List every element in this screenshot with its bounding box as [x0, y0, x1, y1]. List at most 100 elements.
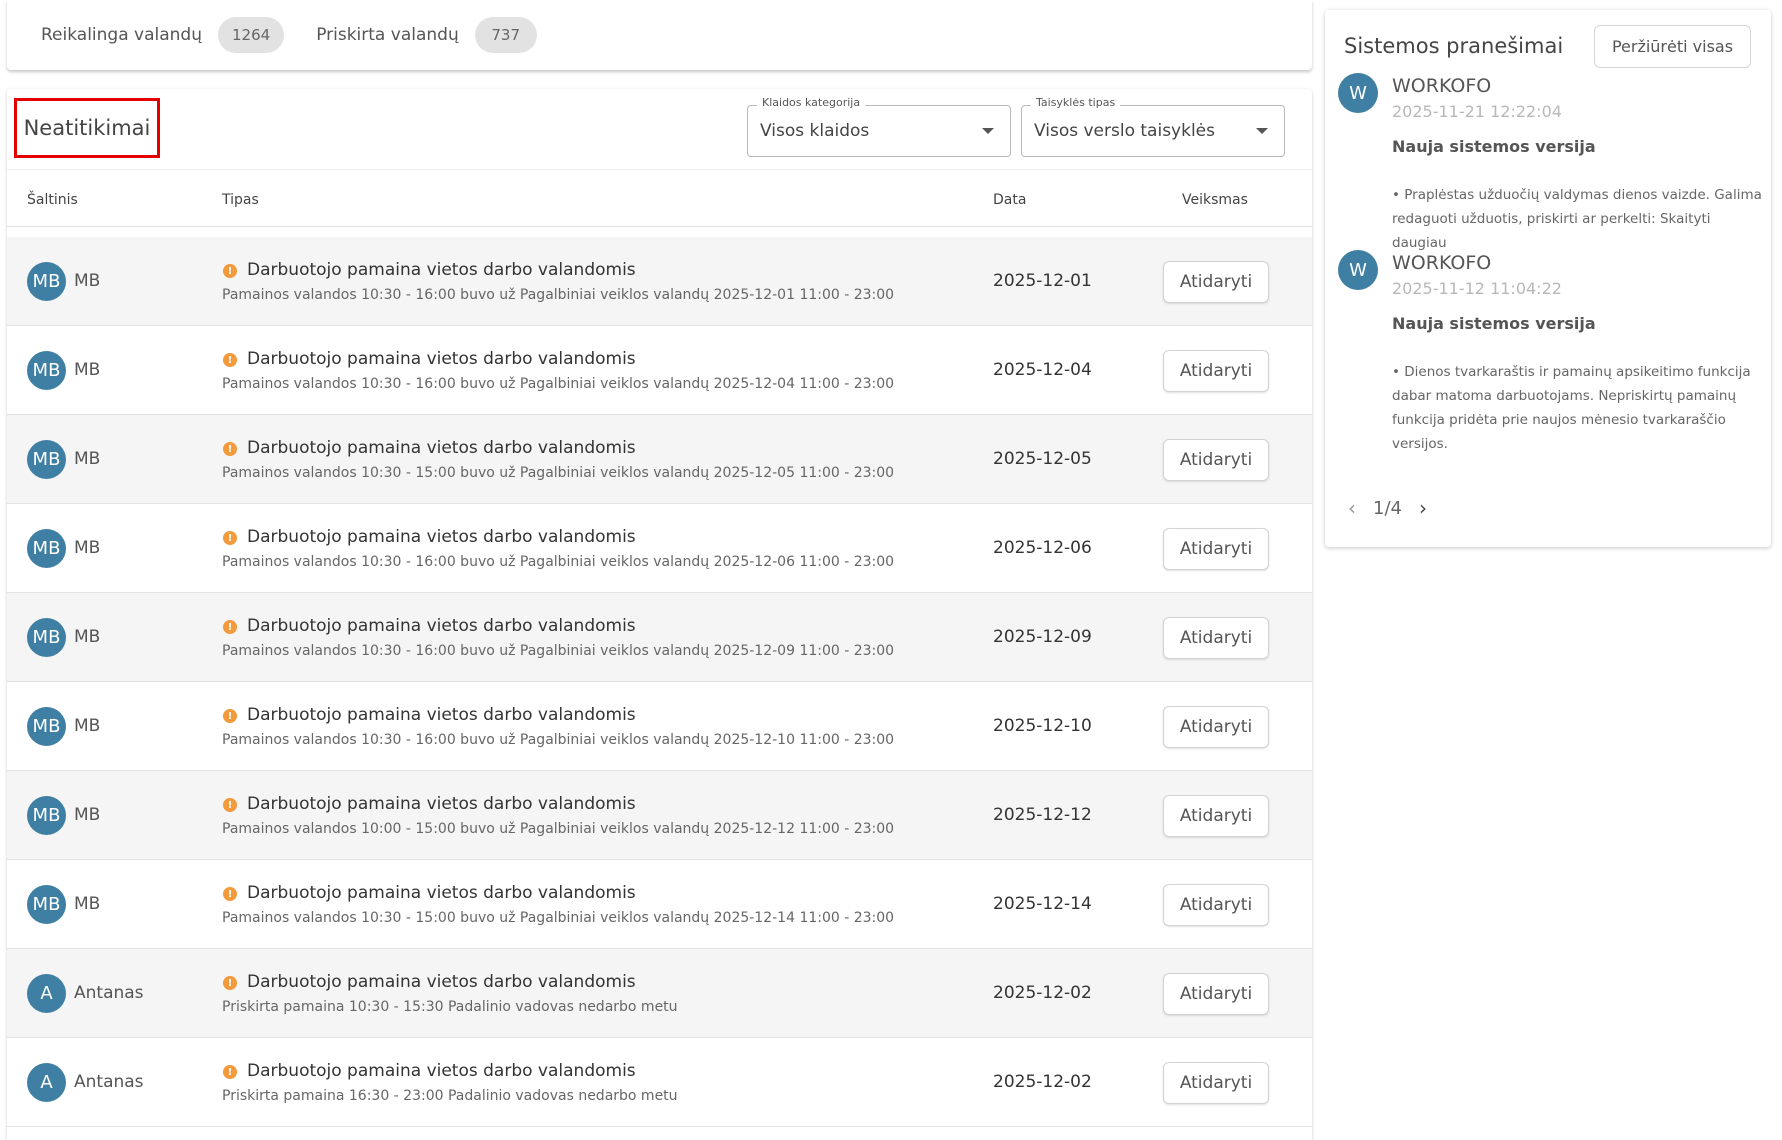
warning-icon: !	[223, 442, 237, 456]
open-button[interactable]: Atidaryti	[1163, 439, 1269, 481]
discrepancy-description: Priskirta pamaina 16:30 - 23:00 Padalini…	[222, 1088, 678, 1104]
avatar: MB	[27, 529, 66, 568]
source-name: MB	[74, 716, 101, 736]
table-row: MB MB ! Darbuotojo pamaina vietos darbo …	[7, 860, 1312, 949]
warning-icon: !	[223, 531, 237, 545]
table-row: A Antanas ! Darbuotojo pamaina vietos da…	[7, 949, 1312, 1038]
column-type: Tipas	[222, 192, 259, 208]
source-name: MB	[74, 627, 101, 647]
notifications-title: Sistemos pranešimai	[1344, 34, 1564, 58]
chevron-left-icon[interactable]: ‹	[1341, 496, 1363, 520]
rule-type-label: Taisyklės tipas	[1031, 96, 1121, 109]
avatar: A	[27, 974, 66, 1013]
section-title-highlight: Neatitikimai	[14, 98, 160, 158]
open-button[interactable]: Atidaryti	[1163, 706, 1269, 748]
discrepancy-description: Pamainos valandos 10:30 - 16:00 buvo už …	[222, 643, 895, 659]
table-row: MB MB ! Darbuotojo pamaina vietos darbo …	[7, 771, 1312, 860]
discrepancy-title: Darbuotojo pamaina vietos darbo valandom…	[247, 616, 636, 636]
table-row: MB MB ! Darbuotojo pamaina vietos darbo …	[7, 593, 1312, 682]
source-name: MB	[74, 538, 101, 558]
source-name: MB	[74, 894, 101, 914]
discrepancy-title: Darbuotojo pamaina vietos darbo valandom…	[247, 260, 636, 280]
system-notifications-panel: Sistemos pranešimai Peržiūrėti visas W W…	[1325, 10, 1771, 547]
notification-body: • Praplėstas užduočių valdymas dienos va…	[1392, 187, 1762, 251]
discrepancy-description: Pamainos valandos 10:30 - 15:00 buvo už …	[222, 910, 895, 926]
discrepancy-title: Darbuotojo pamaina vietos darbo valandom…	[247, 349, 636, 369]
warning-icon: !	[223, 798, 237, 812]
avatar: MB	[27, 885, 66, 924]
caret-down-icon	[982, 128, 994, 134]
notification-body: • Dienos tvarkaraštis ir pamainų apsikei…	[1392, 364, 1751, 452]
warning-icon: !	[223, 976, 237, 990]
table-row: MB MB ! Darbuotojo pamaina vietos darbo …	[7, 682, 1312, 771]
error-category-label: Klaidos kategorija	[757, 96, 866, 109]
table-row: MB MB ! Darbuotojo pamaina vietos darbo …	[7, 504, 1312, 593]
assigned-hours-label: Priskirta valandų	[316, 25, 459, 45]
discrepancy-date: 2025-12-04	[993, 360, 1092, 380]
caret-down-icon	[1256, 128, 1268, 134]
warning-icon: !	[223, 887, 237, 901]
open-button[interactable]: Atidaryti	[1163, 350, 1269, 392]
discrepancy-description: Pamainos valandos 10:30 - 16:00 buvo už …	[222, 376, 895, 392]
discrepancy-description: Pamainos valandos 10:30 - 16:00 buvo už …	[222, 732, 895, 748]
discrepancy-title: Darbuotojo pamaina vietos darbo valandom…	[247, 438, 636, 458]
notification-subject: Nauja sistemos versija	[1392, 137, 1596, 156]
rule-type-filter[interactable]: Taisyklės tipas Visos verslo taisyklės	[1021, 96, 1285, 157]
discrepancy-title: Darbuotojo pamaina vietos darbo valandom…	[247, 1061, 636, 1081]
rule-type-select[interactable]: Visos verslo taisyklės	[1021, 105, 1285, 157]
error-category-select[interactable]: Visos klaidos	[747, 105, 1011, 157]
discrepancy-date: 2025-12-05	[993, 449, 1092, 469]
discrepancy-date: 2025-12-14	[993, 894, 1092, 914]
source-name: MB	[74, 449, 101, 469]
discrepancy-description: Pamainos valandos 10:30 - 16:00 buvo už …	[222, 287, 895, 303]
source-name: MB	[74, 271, 101, 291]
open-button[interactable]: Atidaryti	[1163, 795, 1269, 837]
notification-time: 2025-11-12 11:04:22	[1392, 279, 1562, 298]
discrepancy-date: 2025-12-02	[993, 983, 1092, 1003]
source-name: MB	[74, 360, 101, 380]
table-row: MB MB ! Darbuotojo pamaina vietos darbo …	[7, 326, 1312, 415]
avatar: MB	[27, 440, 66, 479]
hours-summary-card: Reikalinga valandų 1264 Priskirta valand…	[7, 0, 1312, 70]
discrepancy-title: Darbuotojo pamaina vietos darbo valandom…	[247, 883, 636, 903]
open-button[interactable]: Atidaryti	[1163, 528, 1269, 570]
discrepancy-title: Darbuotojo pamaina vietos darbo valandom…	[247, 705, 636, 725]
chevron-right-icon[interactable]: ›	[1412, 496, 1434, 520]
error-category-value: Visos klaidos	[760, 121, 870, 141]
discrepancy-description: Pamainos valandos 10:30 - 16:00 buvo už …	[222, 554, 895, 570]
table-row: MB MB ! Darbuotojo pamaina vietos darbo …	[7, 237, 1312, 326]
avatar: A	[27, 1063, 66, 1102]
open-button[interactable]: Atidaryti	[1163, 973, 1269, 1015]
avatar: MB	[27, 351, 66, 390]
open-button[interactable]: Atidaryti	[1163, 884, 1269, 926]
avatar: MB	[27, 796, 66, 835]
notification-sender: WORKOFO	[1392, 252, 1492, 274]
discrepancy-date: 2025-12-12	[993, 805, 1092, 825]
open-button[interactable]: Atidaryti	[1163, 617, 1269, 659]
avatar: W	[1338, 250, 1378, 290]
section-title: Neatitikimai	[23, 116, 151, 140]
column-action: Veiksmas	[1182, 192, 1248, 208]
app-root: Reikalinga valandų 1264 Priskirta valand…	[0, 0, 1782, 1140]
view-all-button[interactable]: Peržiūrėti visas	[1594, 25, 1751, 68]
discrepancy-date: 2025-12-09	[993, 627, 1092, 647]
notification-item[interactable]: W WORKOFO 2025-11-12 11:04:22 Nauja sist…	[1325, 250, 1771, 480]
avatar: MB	[27, 262, 66, 301]
rule-type-value: Visos verslo taisyklės	[1034, 121, 1215, 141]
open-button[interactable]: Atidaryti	[1163, 1062, 1269, 1104]
error-category-filter[interactable]: Klaidos kategorija Visos klaidos	[747, 96, 1011, 157]
source-name: MB	[74, 805, 101, 825]
discrepancy-title: Darbuotojo pamaina vietos darbo valandom…	[247, 794, 636, 814]
required-hours-label: Reikalinga valandų	[41, 25, 202, 45]
discrepancies-card: Neatitikimai Klaidos kategorija Visos kl…	[7, 89, 1312, 1140]
table-row: MB MB ! Darbuotojo pamaina vietos darbo …	[7, 415, 1312, 504]
warning-icon: !	[223, 353, 237, 367]
notification-sender: WORKOFO	[1392, 75, 1492, 97]
open-button[interactable]: Atidaryti	[1163, 261, 1269, 303]
discrepancy-date: 2025-12-10	[993, 716, 1092, 736]
avatar: W	[1338, 73, 1378, 113]
notification-item[interactable]: W WORKOFO 2025-11-21 12:22:04 Nauja sist…	[1325, 73, 1771, 251]
column-source: Šaltinis	[27, 192, 78, 208]
notification-time: 2025-11-21 12:22:04	[1392, 102, 1562, 121]
discrepancy-date: 2025-12-02	[993, 1072, 1092, 1092]
